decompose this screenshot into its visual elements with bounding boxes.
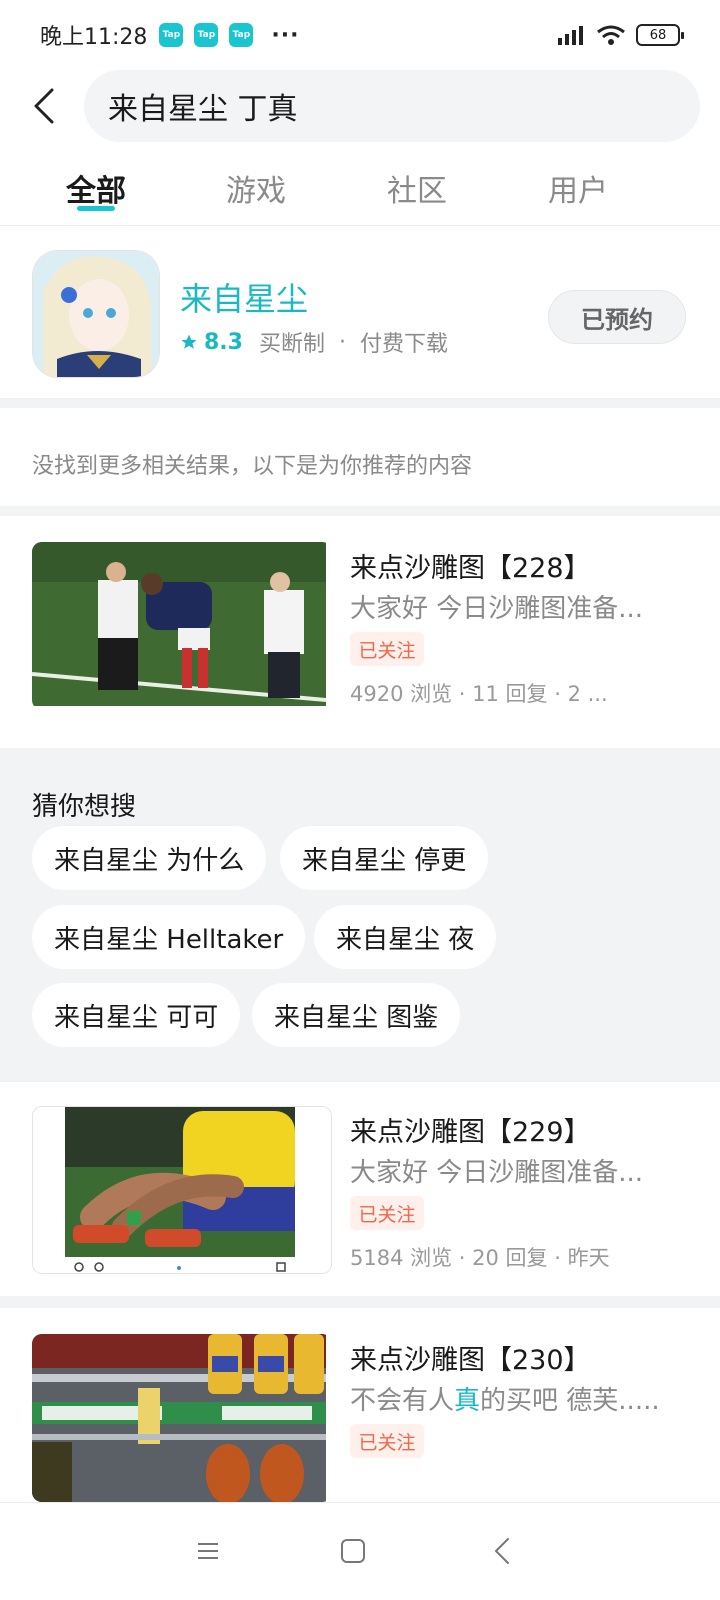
back-button[interactable]: [24, 86, 64, 126]
tab-users[interactable]: 用户: [548, 166, 608, 210]
game-tag-paid: 付费下载: [360, 332, 449, 357]
suggestion-chip[interactable]: 来自星尘 图鉴: [252, 983, 461, 1047]
post-stats: 4920 浏览 · 11 回复 · 2 ...: [350, 682, 608, 706]
suggestion-chip[interactable]: 来自星尘 夜: [314, 905, 497, 969]
post-thumbnail[interactable]: [32, 542, 332, 710]
menu-button[interactable]: [188, 1531, 228, 1571]
section-divider: [0, 1296, 720, 1308]
suggestion-chip[interactable]: 来自星尘 为什么: [32, 826, 267, 890]
battery-icon: 68: [636, 24, 684, 46]
system-back-button[interactable]: [482, 1531, 522, 1571]
game-artwork: [33, 251, 159, 377]
notification-icons: Tap Tap Tap: [159, 23, 254, 47]
menu-icon: [198, 1543, 218, 1559]
search-suggestions: 猜你想搜 来自星尘 为什么 来自星尘 停更 来自星尘 Helltaker 来自星…: [0, 748, 720, 1100]
suggestion-chip[interactable]: 来自星尘 Helltaker: [32, 905, 306, 969]
section-divider: [0, 506, 720, 516]
followed-badge: 已关注: [350, 1196, 424, 1230]
post-title[interactable]: 来点沙雕图【228】: [350, 546, 591, 585]
post-thumbnail[interactable]: [32, 1106, 332, 1274]
tab-all[interactable]: 全部: [66, 166, 126, 210]
tap-notification-icon: Tap: [159, 23, 184, 47]
star-icon: [181, 334, 197, 349]
game-result-card[interactable]: 来自星尘 8.3 买断制 · 付费下载 已预约: [0, 228, 720, 406]
home-button[interactable]: [333, 1531, 373, 1571]
post-card[interactable]: 来点沙雕图【230】 不会有人真的买吧 德芙..... 已关注: [0, 1310, 720, 1502]
excerpt-text: 不会有人: [350, 1386, 455, 1416]
meta-separator: ·: [339, 329, 346, 355]
section-divider: [0, 398, 720, 408]
suggestion-chip[interactable]: 来自星尘 可可: [32, 983, 241, 1047]
back-chevron-icon: [495, 1538, 509, 1564]
followed-badge: 已关注: [350, 1424, 424, 1458]
post-card[interactable]: 来点沙雕图【228】 大家好 今日沙雕图准备... 已关注 4920 浏览 · …: [0, 518, 720, 724]
game-title[interactable]: 来自星尘: [180, 274, 308, 320]
post-card[interactable]: 来点沙雕图【229】 大家好 今日沙雕图准备... 已关注 5184 浏览 · …: [0, 1082, 720, 1288]
more-notifications-icon: ···: [271, 22, 300, 48]
game-rating: 8.3: [204, 329, 243, 355]
wifi-icon: [597, 25, 625, 45]
reserved-button[interactable]: 已预约: [548, 290, 686, 344]
suggestion-chip[interactable]: 来自星尘 停更: [280, 826, 489, 890]
post-title[interactable]: 来点沙雕图【230】: [350, 1338, 591, 1377]
tap-notification-icon: Tap: [194, 23, 219, 47]
game-tag-buyout: 买断制: [258, 332, 325, 357]
status-bar: 晚上11:28 Tap Tap Tap ··· 68: [0, 0, 720, 70]
cellular-signal-icon: [558, 26, 583, 45]
tab-community[interactable]: 社区: [387, 166, 447, 210]
post-excerpt: 大家好 今日沙雕图准备...: [350, 1158, 644, 1188]
status-indicators: 68: [556, 24, 684, 46]
home-square-icon: [341, 1539, 365, 1563]
post-image: [32, 1334, 326, 1502]
game-icon[interactable]: [32, 250, 160, 378]
tap-notification-icon: Tap: [229, 23, 254, 47]
post-excerpt: 大家好 今日沙雕图准备...: [350, 594, 644, 624]
search-input[interactable]: 来自星尘 丁真: [84, 70, 700, 142]
post-title[interactable]: 来点沙雕图【229】: [350, 1110, 591, 1149]
system-nav-bar: [0, 1502, 720, 1600]
tab-games[interactable]: 游戏: [226, 166, 286, 210]
post-excerpt: 不会有人真的买吧 德芙.....: [350, 1380, 680, 1417]
post-stats: 5184 浏览 · 20 回复 · 昨天: [350, 1246, 610, 1270]
excerpt-text: 的买吧 德芙.....: [480, 1386, 660, 1416]
result-tabs: 全部 游戏 社区 用户: [0, 150, 720, 226]
post-thumbnail[interactable]: [32, 1334, 332, 1502]
post-image: [32, 542, 327, 706]
game-meta: 8.3 买断制 · 付费下载: [180, 326, 448, 358]
search-header: 来自星尘 丁真: [0, 70, 720, 142]
post-image: [33, 1107, 331, 1273]
excerpt-highlight: 真: [454, 1386, 481, 1416]
suggestions-title: 猜你想搜: [32, 792, 137, 822]
tab-active-indicator: [77, 206, 115, 211]
no-results-notice: 没找到更多相关结果，以下是为你推荐的内容: [32, 454, 473, 479]
followed-badge: 已关注: [350, 632, 424, 666]
status-time: 晚上11:28: [40, 25, 148, 50]
back-arrow-icon: [34, 88, 54, 124]
